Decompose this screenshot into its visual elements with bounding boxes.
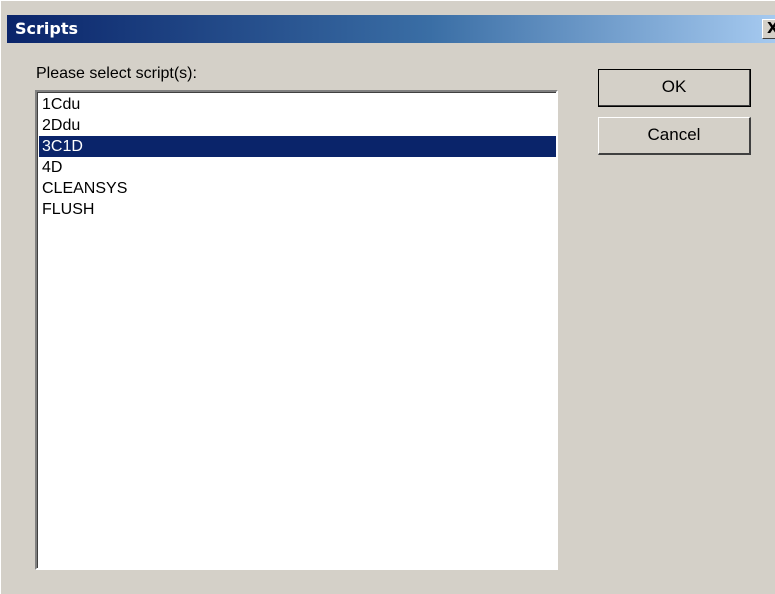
list-item-3c1d[interactable]: 3C1D	[39, 136, 556, 157]
ok-button[interactable]: OK	[598, 69, 751, 107]
close-button[interactable]: X	[762, 19, 775, 39]
list-item-4d[interactable]: 4D	[39, 157, 556, 178]
dialog-title: Scripts	[15, 19, 79, 38]
select-prompt-label: Please select script(s):	[36, 65, 197, 82]
cancel-button[interactable]: Cancel	[598, 117, 751, 155]
scripts-listbox[interactable]: 1Cdu 2Ddu 3C1D 4D CLEANSYS FLUSH	[35, 90, 558, 570]
scripts-dialog: Scripts X Please select script(s): 1Cdu …	[0, 0, 775, 594]
list-item-1cdu[interactable]: 1Cdu	[39, 94, 556, 115]
list-item-flush[interactable]: FLUSH	[39, 199, 556, 220]
list-item-cleansys[interactable]: CLEANSYS	[39, 178, 556, 199]
list-item-2ddu[interactable]: 2Ddu	[39, 115, 556, 136]
title-bar[interactable]: Scripts X	[7, 15, 775, 43]
